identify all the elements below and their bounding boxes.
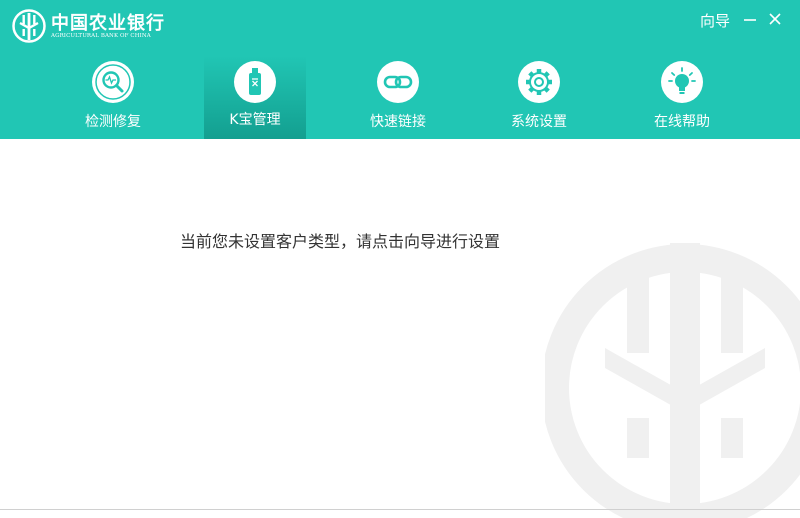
gear-icon [518, 61, 560, 103]
brand-name-cn: 中国农业银行 [51, 13, 165, 34]
setup-prompt-message: 当前您未设置客户类型，请点击向导进行设置 [180, 232, 501, 251]
tab-diagnose-repair[interactable]: 检测修复 [62, 56, 164, 139]
brand-name-en: AGRICULTURAL BANK OF CHINA [51, 33, 151, 39]
usb-key-icon [234, 61, 276, 103]
abc-bank-logo-icon [12, 9, 46, 43]
tab-label: K宝管理 [229, 112, 281, 128]
tab-label: 快速链接 [370, 114, 426, 130]
abc-bank-watermark-logo [545, 243, 800, 518]
tab-ukey-management[interactable]: K宝管理 [204, 56, 306, 139]
lightbulb-icon [661, 61, 703, 103]
tab-online-help[interactable]: 在线帮助 [631, 56, 733, 139]
tab-label: 在线帮助 [654, 114, 710, 130]
tab-system-settings[interactable]: 系统设置 [488, 56, 590, 139]
minimize-icon[interactable] [743, 12, 757, 26]
header-bar: 中国农业银行 AGRICULTURAL BANK OF CHINA 向导 检测修… [0, 0, 800, 139]
diagnose-magnifier-icon [92, 61, 134, 103]
close-icon[interactable] [768, 12, 782, 26]
wizard-button[interactable]: 向导 [700, 10, 730, 31]
tab-label: 系统设置 [511, 114, 567, 130]
tab-label: 检测修复 [85, 114, 141, 130]
tab-quick-links[interactable]: 快速链接 [347, 56, 449, 139]
link-icon [377, 61, 419, 103]
